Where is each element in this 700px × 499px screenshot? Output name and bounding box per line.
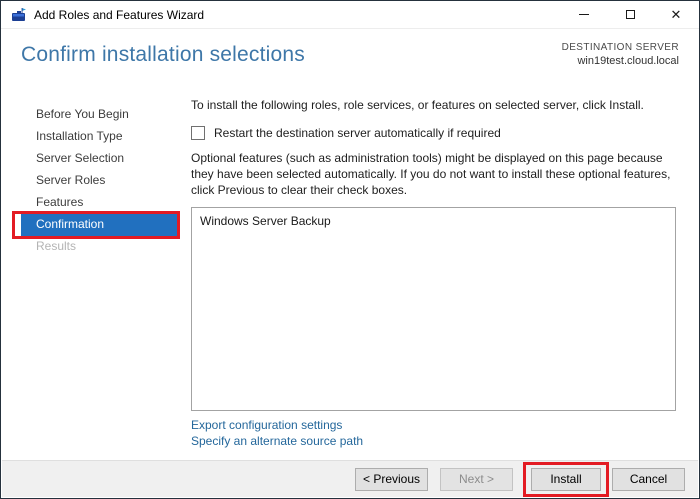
install-button[interactable]: Install xyxy=(531,467,601,491)
list-item-windows-server-backup: Windows Server Backup xyxy=(200,214,331,228)
window-title: Add Roles and Features Wizard xyxy=(34,7,205,22)
cancel-button[interactable]: Cancel xyxy=(612,467,685,491)
destination-server-label: DESTINATION SERVER xyxy=(561,42,679,53)
close-icon: ✕ xyxy=(670,7,682,22)
sidebar-item-installation-type[interactable]: Installation Type xyxy=(21,126,186,148)
sidebar-item-results: Results xyxy=(36,239,77,253)
sidebar-item-features[interactable]: Features xyxy=(21,192,186,214)
destination-server-name: win19test.cloud.local xyxy=(577,55,679,67)
maximize-icon xyxy=(625,10,635,19)
title-bar: Add Roles and Features Wizard ✕ xyxy=(1,1,699,29)
sidebar-item-label: Confirmation xyxy=(36,217,105,231)
page-title: Confirm installation selections xyxy=(21,43,305,66)
previous-button[interactable]: < Previous xyxy=(355,467,428,491)
wizard-steps-sidebar: Before You Begin Installation Type Serve… xyxy=(1,89,186,463)
intro-text: To install the following roles, role ser… xyxy=(191,98,644,112)
sidebar-item-server-roles[interactable]: Server Roles xyxy=(21,170,186,192)
minimize-icon xyxy=(579,14,589,15)
confirmation-page: To install the following roles, role ser… xyxy=(186,89,699,463)
restart-checkbox-label[interactable]: Restart the destination server automatic… xyxy=(214,126,501,140)
destination-server-block: DESTINATION SERVER win19test.cloud.local xyxy=(562,42,679,67)
optional-features-note: Optional features (such as administratio… xyxy=(191,151,671,197)
maximize-button[interactable] xyxy=(607,1,653,28)
restart-checkbox[interactable] xyxy=(191,126,205,140)
alternate-source-path-link[interactable]: Specify an alternate source path xyxy=(191,433,679,449)
close-button[interactable]: ✕ xyxy=(653,1,699,28)
wizard-header: Confirm installation selections DESTINAT… xyxy=(1,29,699,89)
sidebar-item-before-you-begin[interactable]: Before You Begin xyxy=(21,104,186,126)
export-configuration-link[interactable]: Export configuration settings xyxy=(191,417,679,433)
sidebar-item-confirmation[interactable]: Confirmation xyxy=(12,211,180,239)
install-annotation-box: Install xyxy=(523,461,609,497)
next-button: Next > xyxy=(440,467,513,491)
wizard-footer: < Previous Next > Install Cancel xyxy=(2,460,698,497)
minimize-button[interactable] xyxy=(561,1,607,28)
selected-features-list[interactable]: Windows Server Backup xyxy=(191,207,676,411)
wizard-window: Add Roles and Features Wizard ✕ Confirm … xyxy=(0,0,700,499)
server-manager-icon xyxy=(12,7,26,21)
sidebar-item-server-selection[interactable]: Server Selection xyxy=(21,148,186,170)
